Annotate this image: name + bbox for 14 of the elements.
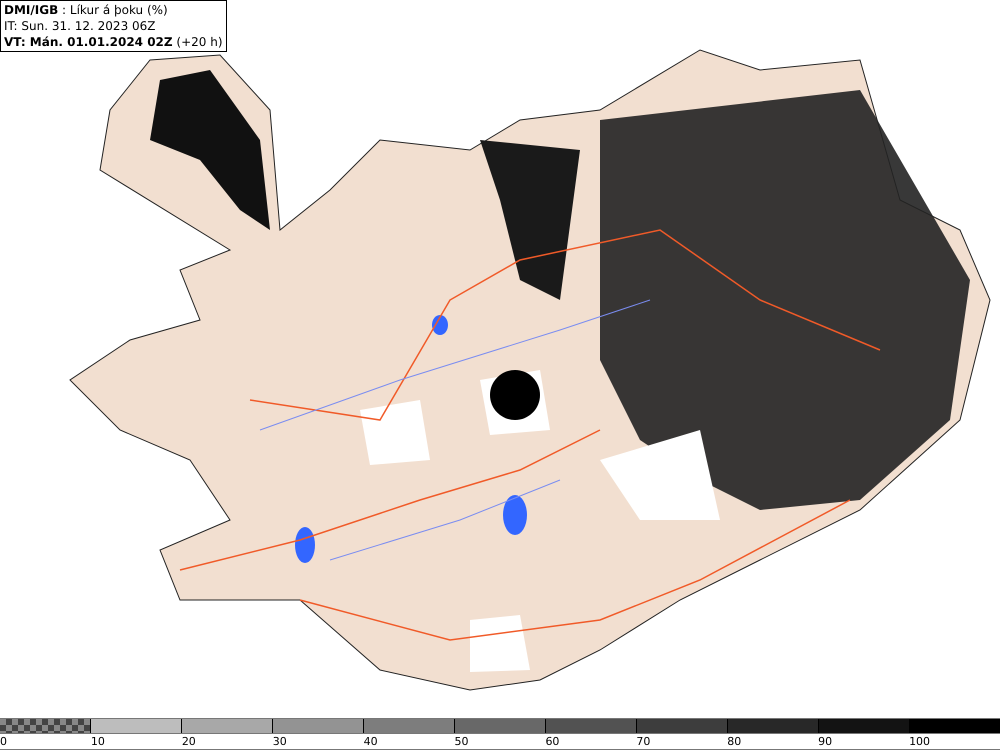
header-text: VT: Mán. 01.01.2024 02Z (+20 h)	[4, 34, 223, 50]
scale-label: 30	[272, 735, 287, 748]
header-text: IT: Sun. 31. 12. 2023 06Z	[4, 18, 157, 34]
scale-label: 40	[364, 735, 378, 748]
scale-label: 70	[636, 735, 650, 748]
scale-label: 20	[182, 735, 196, 748]
scale-label: 10	[90, 735, 105, 748]
scale-label: 0	[0, 735, 7, 748]
scale-label: 80	[727, 735, 742, 748]
scale-label: 90	[818, 735, 832, 748]
scale-label: 50	[454, 735, 469, 748]
header-text: DMI/IGB : Líkur á þoku (%)	[4, 2, 169, 18]
scale-label: 60	[545, 735, 560, 748]
scale-label: 100	[909, 735, 930, 748]
